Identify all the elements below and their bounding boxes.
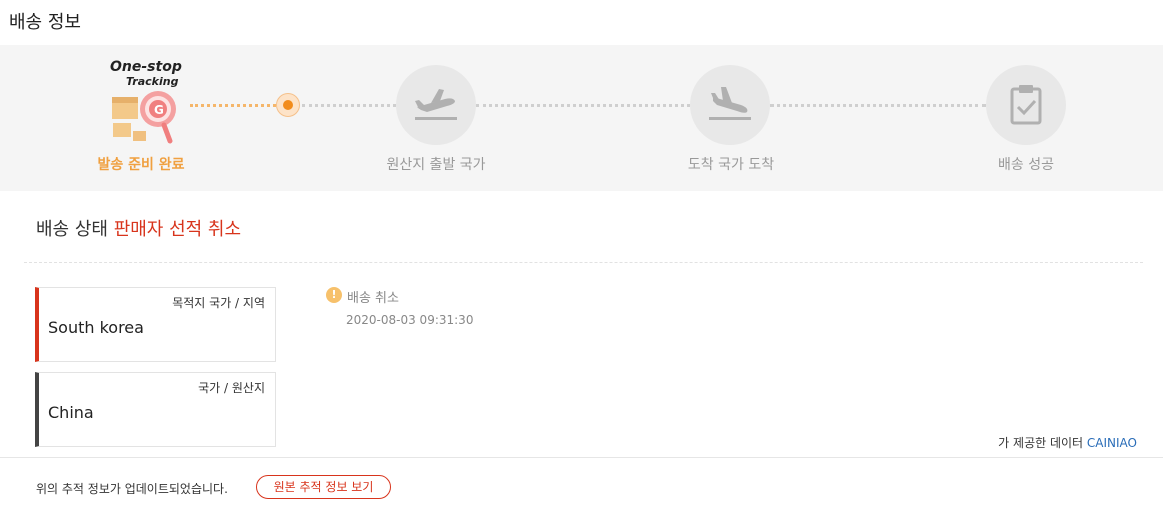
footer-divider bbox=[0, 457, 1163, 458]
destination-label: 목적지 국가 / 지역 bbox=[172, 296, 265, 310]
current-step-indicator bbox=[276, 93, 300, 117]
progress-connector bbox=[190, 104, 276, 107]
progress-connector bbox=[770, 104, 986, 107]
progress-connector bbox=[302, 104, 396, 107]
step-delivered bbox=[986, 65, 1066, 145]
step-label: 발송 준비 완료 bbox=[97, 157, 185, 173]
clipboard-check-icon bbox=[1010, 85, 1042, 125]
status-prefix: 배송 상태 bbox=[36, 219, 114, 240]
progress-connector bbox=[476, 104, 690, 107]
origin-label: 국가 / 원산지 bbox=[198, 381, 265, 395]
view-original-tracking-button[interactable]: 원본 추적 정보 보기 bbox=[256, 475, 391, 499]
event-title: 배송 취소 bbox=[347, 291, 399, 306]
status-value: 판매자 선적 취소 bbox=[113, 219, 242, 240]
page-title: 배송 정보 bbox=[9, 12, 81, 33]
provider-text: 가 제공한 데이터 bbox=[998, 436, 1087, 450]
exclamation-icon: ! bbox=[326, 287, 342, 303]
plane-landing-icon bbox=[709, 87, 751, 120]
one-stop-tracking-logo: One-stop Tracking G bbox=[104, 55, 188, 147]
tracking-progress: One-stop Tracking G 발송 준비 완료 원산지 출발 국가 도… bbox=[0, 45, 1163, 191]
origin-value: China bbox=[48, 403, 94, 422]
destination-card: 목적지 국가 / 지역 South korea bbox=[35, 287, 276, 362]
svg-text:G: G bbox=[154, 103, 164, 117]
shipping-status: 배송 상태 판매자 선적 취소 bbox=[36, 215, 241, 241]
data-provider: 가 제공한 데이터 CAINIAO bbox=[998, 434, 1137, 451]
step-label: 원산지 출발 국가 bbox=[386, 157, 486, 173]
section-divider bbox=[24, 262, 1143, 263]
provider-link[interactable]: CAINIAO bbox=[1087, 436, 1137, 450]
destination-value: South korea bbox=[48, 318, 144, 337]
step-label: 배송 성공 bbox=[998, 157, 1054, 173]
event-time: 2020-08-03 09:31:30 bbox=[346, 313, 474, 327]
step-label: 도착 국가 도착 bbox=[687, 157, 775, 173]
parcel-magnifier-icon: G bbox=[112, 91, 176, 144]
step-origin-departure bbox=[396, 65, 476, 145]
footer-message: 위의 추적 정보가 업데이트되었습니다. bbox=[36, 482, 228, 496]
origin-card: 국가 / 원산지 China bbox=[35, 372, 276, 447]
step-destination-arrival bbox=[690, 65, 770, 145]
plane-takeoff-icon bbox=[415, 89, 457, 120]
